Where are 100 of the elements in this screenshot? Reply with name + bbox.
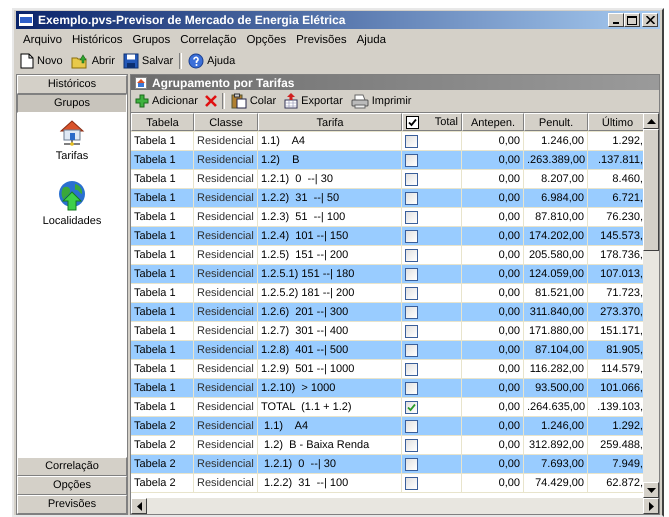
table-cell: 1.2.8) 401 --| 500 — [258, 341, 402, 359]
checkbox[interactable] — [405, 382, 418, 394]
column-header[interactable]: Tabela — [131, 113, 194, 131]
table-cell: Tabela 1 — [131, 227, 194, 245]
checkbox[interactable] — [405, 458, 418, 470]
table-cell: 0,00 — [462, 151, 524, 169]
toolbar-button[interactable]: Imprimir — [348, 94, 414, 108]
toolbar-button[interactable]: Abrir — [68, 54, 117, 68]
toolbar-button[interactable]: Ajuda — [186, 53, 238, 69]
delete-icon[interactable] — [204, 94, 218, 108]
table-cell: Residencial — [194, 322, 258, 340]
checkbox[interactable] — [405, 248, 418, 262]
horizontal-scrollbar[interactable] — [131, 498, 659, 514]
menu-item[interactable]: Históricos — [67, 32, 128, 48]
scroll-right-button[interactable] — [643, 498, 659, 514]
table-cell: Residencial — [194, 379, 258, 397]
column-header[interactable]: Tarifa — [258, 113, 402, 131]
table-cell: 1.2.4) 101 --| 150 — [258, 227, 402, 245]
table-cell: 0,00 — [462, 474, 524, 492]
table-cell: Residencial — [194, 417, 258, 435]
table-cell: 205.580,00 — [524, 246, 588, 264]
section-button[interactable]: Previsões — [17, 495, 127, 514]
scroll-left-button[interactable] — [131, 498, 147, 514]
vertical-scrollbar[interactable] — [643, 113, 659, 498]
checkbox[interactable] — [405, 324, 418, 338]
checkbox[interactable] — [405, 210, 418, 224]
checkbox[interactable] — [405, 362, 418, 376]
menu-item[interactable]: Arquivo — [18, 32, 67, 48]
checkbox[interactable] — [405, 230, 418, 242]
table-cell: 0,00 — [462, 170, 524, 188]
table-cell: 93.500,00 — [524, 379, 588, 397]
table-cell: 1.2.2) 31 --| 50 — [258, 189, 402, 207]
globe-icon[interactable] — [57, 180, 87, 212]
table-cell: 1.2.1) 0 --| 30 — [258, 170, 402, 188]
close-icon — [646, 16, 654, 24]
maximize-button[interactable] — [624, 13, 640, 27]
checkbox[interactable] — [405, 192, 418, 204]
scrollbar-thumb[interactable] — [643, 129, 659, 251]
table-cell: 1.2) B - Baixa Renda — [258, 436, 402, 454]
table-cell: Tabela 1 — [131, 170, 194, 188]
menu-item[interactable]: Previsões — [291, 32, 352, 48]
plus-icon — [135, 94, 149, 108]
section-button[interactable]: Opções — [17, 476, 127, 495]
scroll-down-button[interactable] — [643, 482, 659, 498]
sidebar-item[interactable]: Localidades — [42, 215, 102, 227]
table-cell: Tabela 1 — [131, 398, 194, 416]
table-cell: 312.892,00 — [524, 436, 588, 454]
table-cell: Tabela 1 — [131, 189, 194, 207]
checkbox[interactable] — [405, 286, 418, 300]
section-button[interactable]: Grupos — [17, 94, 127, 113]
checkbox[interactable] — [405, 344, 418, 356]
toolbar-button[interactable]: Novo — [18, 53, 65, 69]
table-cell: 0,00 — [462, 341, 524, 359]
toolbar-button[interactable]: Adicionar — [133, 94, 200, 108]
checkbox[interactable] — [406, 116, 419, 128]
column-header[interactable]: Classe — [194, 113, 258, 131]
checkbox[interactable] — [405, 438, 418, 452]
table-cell: Residencial — [194, 227, 258, 245]
checkbox[interactable] — [405, 134, 418, 148]
checkbox[interactable] — [405, 172, 418, 186]
table-cell: 0,00 — [462, 208, 524, 226]
checkbox[interactable] — [405, 400, 418, 414]
toolbar-button[interactable]: Colar — [228, 93, 278, 109]
table-cell: Residencial — [194, 360, 258, 378]
checkbox[interactable] — [405, 306, 418, 318]
menu-item[interactable]: Grupos — [127, 32, 176, 48]
checkbox[interactable] — [405, 420, 418, 432]
table-cell: 311.840,00 — [524, 303, 588, 321]
sidebar-item[interactable]: Tarifas — [56, 150, 88, 162]
table-cell: Residencial — [194, 398, 258, 416]
menu-item[interactable]: Opções — [241, 32, 292, 48]
table-cell: 1.246,00 — [524, 132, 588, 150]
table-cell: Tabela 1 — [131, 322, 194, 340]
table-cell: Residencial — [194, 132, 258, 150]
checkbox[interactable] — [405, 154, 418, 166]
toolbar-button[interactable]: Exportar — [282, 93, 345, 109]
section-button[interactable]: Correlação — [17, 457, 127, 476]
table-cell: 1.2.2) 31 --| 100 — [258, 474, 402, 492]
table-cell: TOTAL (1.1 + 1.2) — [258, 398, 402, 416]
toolbar-button[interactable]: Salvar — [120, 53, 176, 69]
checkbox[interactable] — [405, 268, 418, 280]
table-cell: 1.2.10) > 1000 — [258, 379, 402, 397]
table-cell: Tabela 1 — [131, 284, 194, 302]
app-icon — [18, 13, 34, 27]
table-cell: 124.059,00 — [524, 265, 588, 283]
table-cell: 81.521,00 — [524, 284, 588, 302]
checkbox[interactable] — [405, 476, 418, 490]
table-cell: 1.246,00 — [524, 417, 588, 435]
table-cell: 0,00 — [462, 436, 524, 454]
column-header[interactable]: Penult. — [524, 113, 588, 131]
minimize-button[interactable] — [608, 13, 624, 27]
folder-icon — [70, 54, 89, 68]
scroll-up-button[interactable] — [643, 113, 659, 129]
table-cell: Residencial — [194, 341, 258, 359]
column-header[interactable]: Antepen. — [462, 113, 524, 131]
close-button[interactable] — [642, 13, 658, 27]
section-button[interactable]: Históricos — [17, 75, 127, 94]
menu-item[interactable]: Correlação — [175, 32, 242, 48]
menu-item[interactable]: Ajuda — [352, 32, 392, 48]
table-cell: Tabela 1 — [131, 360, 194, 378]
